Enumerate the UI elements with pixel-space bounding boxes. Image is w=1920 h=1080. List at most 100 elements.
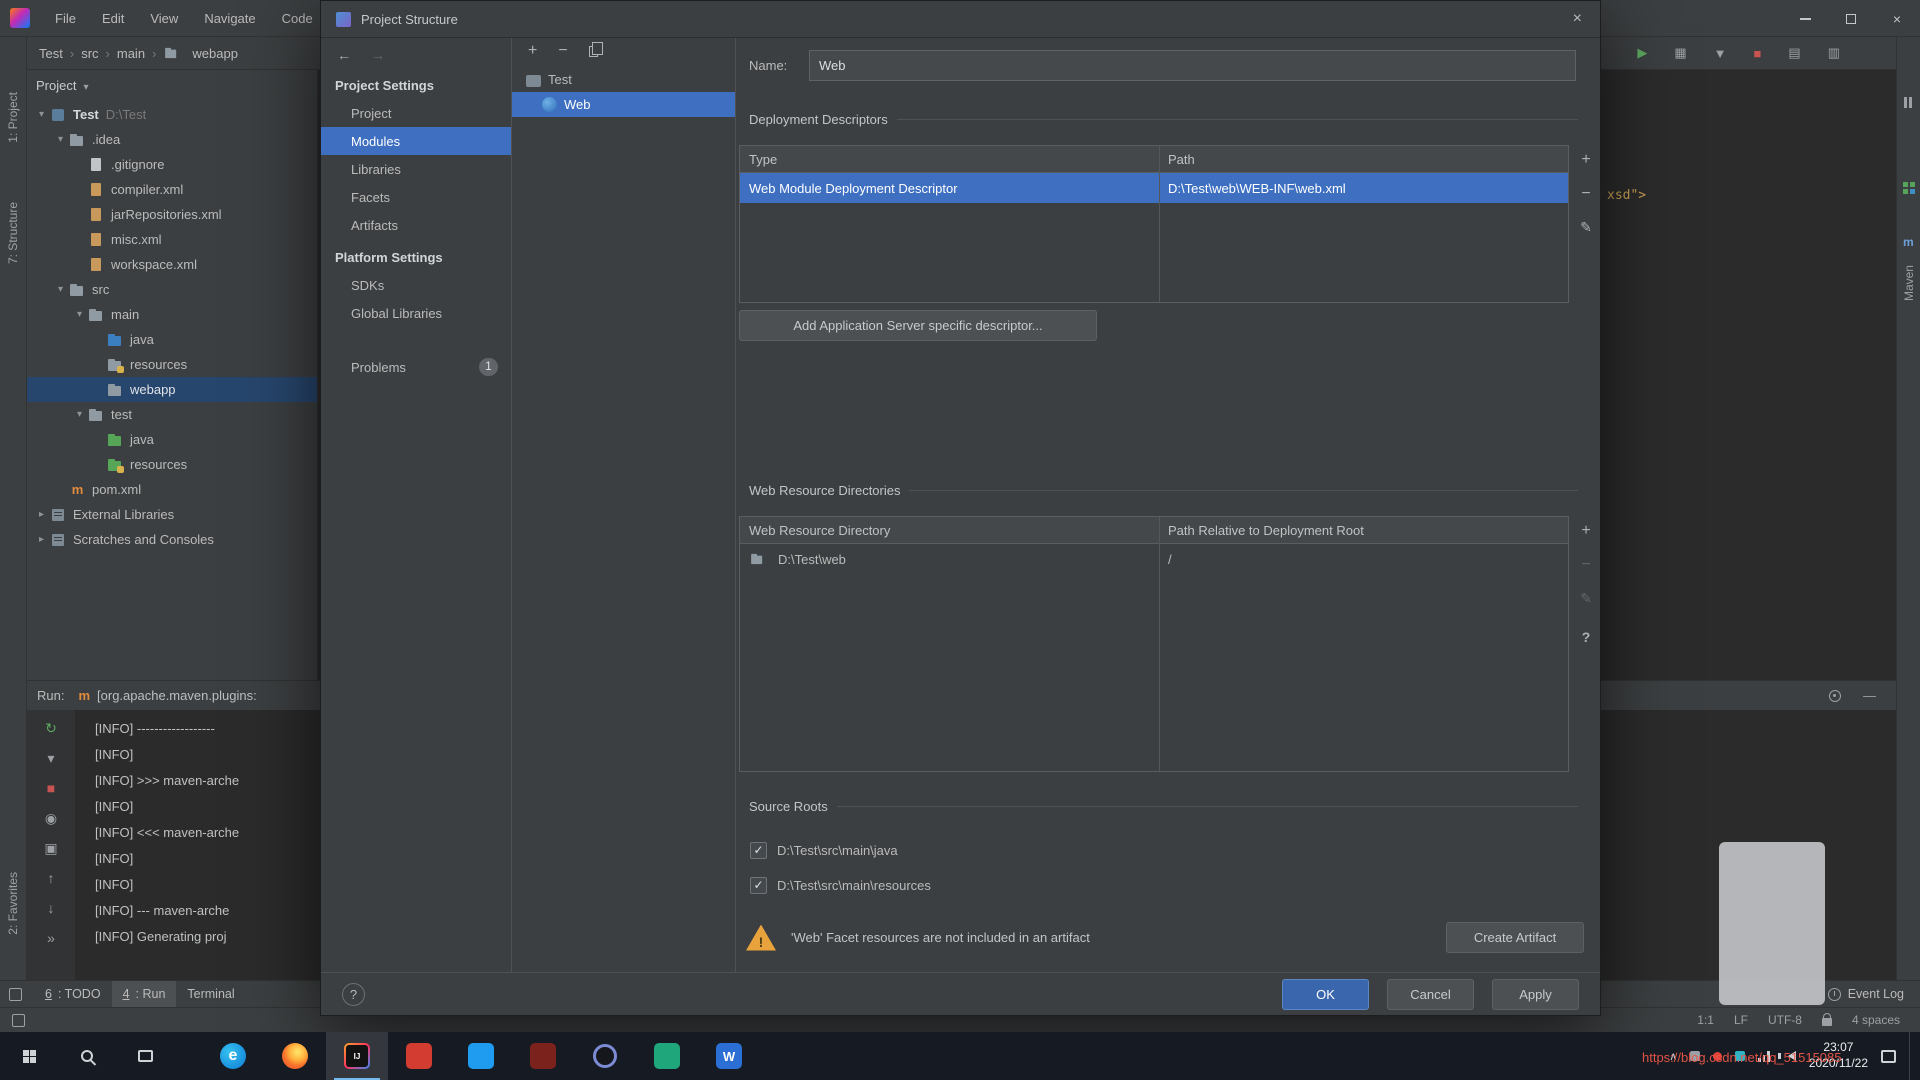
minimize-button[interactable] [1782, 0, 1828, 37]
edit-descriptor-button[interactable] [1580, 218, 1592, 237]
stop-icon[interactable]: ■ [47, 778, 55, 798]
maven-m-icon[interactable]: m [1903, 235, 1914, 249]
console-scrollbar-thumb[interactable] [1719, 842, 1825, 1005]
debug-icon[interactable]: ▼ [1714, 46, 1727, 61]
tree-item-external-libraries[interactable]: ▸ External Libraries [27, 502, 317, 527]
forward-button[interactable] [371, 47, 385, 63]
tab-todo[interactable]: 6: TODO [34, 981, 112, 1007]
tree-item-idea[interactable]: ▾ .idea [27, 127, 317, 152]
sidebar-item-sdks[interactable]: SDKs [321, 271, 511, 299]
status-utf-8[interactable]: UTF-8 [1768, 1013, 1802, 1027]
task-view-button[interactable] [116, 1032, 174, 1080]
hide-windows-icon[interactable] [1904, 97, 1907, 108]
tree-item-compiler-xml[interactable]: compiler.xml [27, 177, 317, 202]
tree-item-resources[interactable]: resources [27, 452, 317, 477]
checkbox[interactable]: ✓ [750, 876, 767, 894]
ok-button[interactable]: OK [1282, 978, 1369, 1010]
rerun-icon[interactable]: ↻ [45, 718, 57, 738]
menu-edit[interactable]: Edit [89, 0, 137, 36]
tree-item-java[interactable]: java [27, 427, 317, 452]
apply-button[interactable]: Apply [1492, 978, 1579, 1010]
checkbox[interactable]: ✓ [750, 841, 767, 859]
chevron-icon[interactable]: ▸ [33, 509, 50, 520]
project-panel-header[interactable]: Project [27, 70, 317, 100]
add-resource-dir-button[interactable] [1581, 521, 1590, 540]
tree-item-test[interactable]: ▾ test [27, 402, 317, 427]
remove-resource-dir-button[interactable] [1581, 555, 1590, 574]
menu-view[interactable]: View [137, 0, 191, 36]
dialog-close-button[interactable]: × [1570, 10, 1585, 28]
menu-file[interactable]: File [42, 0, 89, 36]
tool-window-maven[interactable]: Maven [1902, 265, 1916, 301]
stop-icon[interactable]: ■ [1754, 46, 1762, 61]
add-module-button[interactable] [528, 42, 537, 60]
chevron-icon[interactable]: ▾ [52, 134, 69, 145]
project-view-selector[interactable]: Project [36, 78, 89, 93]
edit-resource-dir-button[interactable] [1580, 589, 1592, 608]
resource-dir-help-button[interactable] [1582, 627, 1591, 646]
down-icon[interactable]: ↓ [48, 898, 55, 918]
tree-item-src[interactable]: ▾ src [27, 277, 317, 302]
red-app-icon[interactable] [388, 1032, 450, 1080]
structure-icon[interactable]: ▤ [1788, 45, 1800, 61]
event-log-button[interactable]: Event Log [1827, 987, 1920, 1001]
chevron-icon[interactable]: ▾ [71, 309, 88, 320]
sidebar-item-artifacts[interactable]: Artifacts [321, 211, 511, 239]
sidebar-item-modules[interactable]: Modules [321, 127, 511, 155]
sidebar-item-project[interactable]: Project [321, 99, 511, 127]
status-1-1[interactable]: 1:1 [1697, 1013, 1714, 1027]
tab-run[interactable]: 4: Run [111, 981, 177, 1007]
sidebar-item-global-libraries[interactable]: Global Libraries [321, 299, 511, 327]
tree-item-resources[interactable]: resources [27, 352, 317, 377]
show-desktop-button[interactable] [1909, 1032, 1914, 1080]
maximize-button[interactable] [1828, 0, 1874, 37]
collapse-icon[interactable]: ▾ [47, 748, 54, 768]
tree-item-main[interactable]: ▾ main [27, 302, 317, 327]
close-button[interactable]: × [1874, 0, 1920, 37]
ring-app-icon[interactable] [574, 1032, 636, 1080]
status-indent[interactable]: 4 spaces [1852, 1013, 1900, 1027]
edge-icon[interactable]: e [202, 1032, 264, 1080]
menu-navigate[interactable]: Navigate [191, 0, 268, 36]
search-button[interactable] [58, 1032, 116, 1080]
tool-window-7-structure[interactable]: 7: Structure [6, 202, 20, 264]
chevron-icon[interactable]: ▾ [71, 409, 88, 420]
hide-panel-icon[interactable]: — [1863, 688, 1876, 703]
menu-code[interactable]: Code [269, 0, 326, 36]
firefox-icon[interactable] [264, 1032, 326, 1080]
chevron-icon[interactable]: ▾ [52, 284, 69, 295]
chevron-icon[interactable]: ▸ [33, 534, 50, 545]
tree-item-scratches-and-consoles[interactable]: ▸ Scratches and Consoles [27, 527, 317, 552]
remove-descriptor-button[interactable] [1581, 184, 1590, 203]
build-icon[interactable]: ▦ [1674, 45, 1686, 61]
breadcrumb-item-test[interactable]: Test [39, 46, 63, 61]
add-descriptor-button[interactable] [1581, 150, 1590, 169]
tree-item-gitignore[interactable]: .gitignore [27, 152, 317, 177]
help-button[interactable]: ? [342, 982, 365, 1006]
tree-item-webapp[interactable]: webapp [27, 377, 317, 402]
run-tab[interactable]: m [org.apache.maven.plugins: [78, 688, 256, 703]
module-item-test[interactable]: Test [512, 67, 735, 92]
table-row[interactable]: Web Module Deployment Descriptor D:\Test\… [740, 173, 1568, 203]
remove-module-button[interactable] [558, 42, 567, 60]
run-icon[interactable]: ▶ [1637, 45, 1647, 61]
database-icon[interactable] [1903, 182, 1908, 187]
copy-module-button[interactable] [588, 41, 603, 57]
tool-windows-icon[interactable] [9, 987, 22, 1001]
green-app-icon[interactable] [636, 1032, 698, 1080]
dark-app-icon[interactable] [512, 1032, 574, 1080]
start-button[interactable] [0, 1032, 58, 1080]
settings-gear-icon[interactable] [1829, 689, 1841, 702]
tree-item-pom-xml[interactable]: m pom.xml [27, 477, 317, 502]
create-artifact-button[interactable]: Create Artifact [1446, 922, 1584, 953]
breadcrumb-item-src[interactable]: src [81, 46, 98, 61]
more-icon[interactable]: » [47, 928, 55, 948]
breadcrumb-item-main[interactable]: main [117, 46, 145, 61]
tree-item-java[interactable]: java [27, 327, 317, 352]
tree-item-misc-xml[interactable]: misc.xml [27, 227, 317, 252]
action-center-icon[interactable] [1881, 1049, 1896, 1063]
search-icon[interactable]: ▥ [1828, 45, 1840, 61]
status-lf[interactable]: LF [1734, 1013, 1748, 1027]
w-app-icon[interactable]: W [698, 1032, 760, 1080]
cancel-button[interactable]: Cancel [1387, 978, 1474, 1010]
